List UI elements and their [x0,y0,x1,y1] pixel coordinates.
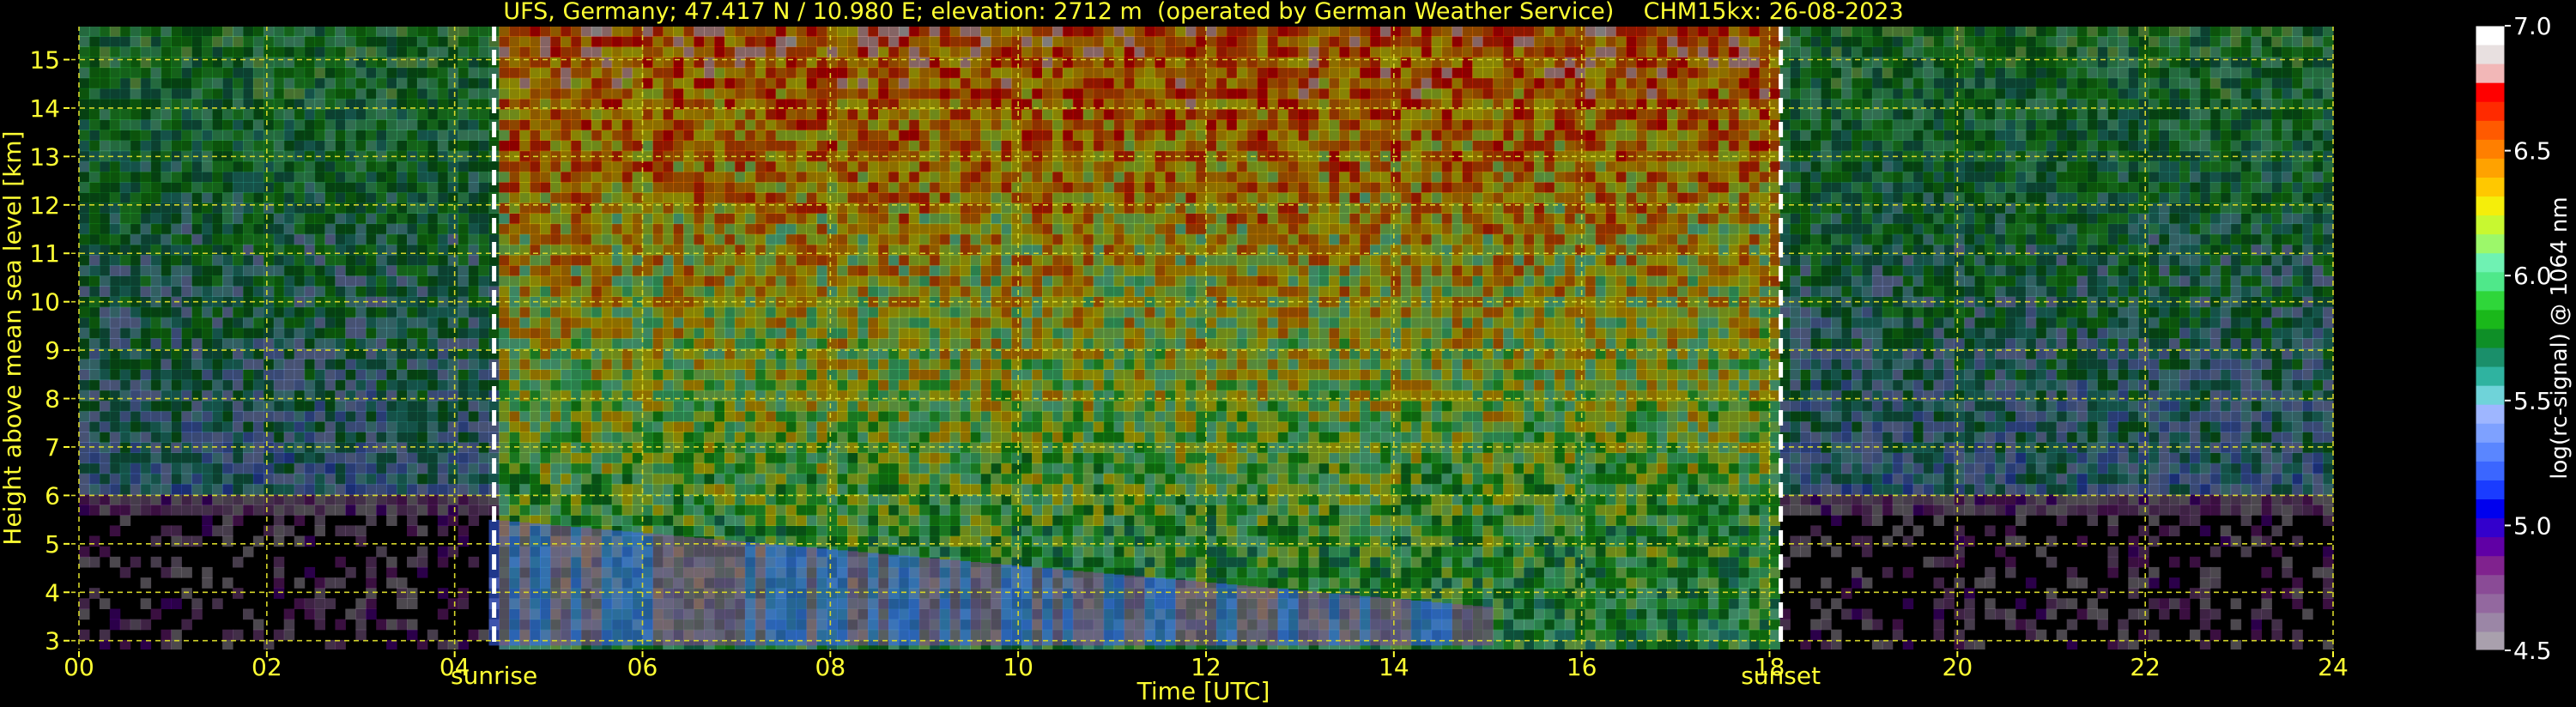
y-tick-label: 3 [45,627,60,656]
colorbar-swatch [2476,252,2505,273]
ceilometer-chart: UFS, Germany; 47.417 N / 10.980 E; eleva… [0,0,2573,705]
sun-marker-label: sunset [1741,662,1821,690]
colorbar-tick-label: 5.0 [2513,511,2552,540]
colorbar-swatch [2476,101,2505,121]
colorbar-ticks: 4.5 5.0 5.5 6.0 6.5 7.0 [2505,12,2552,665]
colorbar-tick-label: 4.5 [2513,637,2552,665]
colorbar-swatch [2476,517,2505,538]
colorbar-swatch [2476,461,2505,480]
colorbar-swatch [2476,271,2505,292]
colorbar-swatch [2476,233,2505,254]
colorbar-swatch [2476,480,2505,500]
colorbar-swatch [2476,442,2505,462]
x-tick-label: 20 [1943,653,1973,681]
colorbar-swatch [2476,612,2505,632]
x-tick-label: 22 [2130,653,2161,681]
colorbar [2475,25,2506,651]
y-tick-label: 6 [45,481,60,510]
y-tick-label: 10 [29,288,60,317]
colorbar-swatch [2476,120,2505,140]
colorbar-swatch [2476,347,2505,367]
colorbar-swatch [2476,404,2505,424]
x-axis-label: Time [UTC] [1136,677,1270,705]
colorbar-swatch [2476,215,2505,235]
y-tick-label: 13 [29,142,60,171]
y-tick-label: 12 [29,191,60,220]
colorbar-swatch [2476,290,2505,311]
plot-area [70,26,2337,650]
colorbar-swatch [2476,158,2505,178]
chart-title: UFS, Germany; 47.417 N / 10.980 E; eleva… [503,0,1903,25]
x-tick-label: 02 [252,653,282,681]
y-tick-label: 14 [29,94,60,123]
y-tick-label: 9 [45,336,60,365]
x-tick-label: 14 [1379,653,1409,681]
y-tick-label: 5 [45,530,60,559]
colorbar-swatch [2476,139,2505,159]
colorbar-tick-label: 6.0 [2513,262,2552,290]
y-tick-label: 4 [45,578,60,607]
colorbar-swatch [2476,536,2505,557]
y-tick-label: 8 [45,385,60,414]
colorbar-swatch [2476,328,2505,348]
x-tick-label: 10 [1003,653,1033,681]
colorbar-swatch [2476,423,2505,443]
colorbar-swatch [2476,499,2505,519]
colorbar-swatch [2476,196,2505,216]
colorbar-swatch [2476,45,2505,64]
x-tick-label: 08 [815,653,846,681]
x-tick-label: 16 [1567,653,1597,681]
colorbar-swatch [2476,177,2505,197]
sun-marker-label: sunrise [451,662,537,690]
y-tick-label: 7 [45,433,60,462]
colorbar-swatch [2476,26,2505,45]
y-tick-label: 11 [29,239,60,268]
x-tick-label: 00 [64,653,94,681]
colorbar-swatch [2476,555,2505,576]
colorbar-swatch [2476,631,2505,651]
y-axis-label: Height above mean sea level [km] [0,130,27,545]
colorbar-swatch [2476,593,2505,613]
colorbar-swatch [2476,385,2505,405]
colorbar-tick-label: 7.0 [2513,12,2552,40]
colorbar-swatch [2476,366,2505,386]
x-tick-label: 06 [627,653,658,681]
colorbar-tick-label: 5.5 [2513,387,2552,415]
x-tick-label: 24 [2318,653,2349,681]
y-axis: 3 4 5 6 7 8 9 10 11 12 13 14 15 [29,46,70,656]
colorbar-swatch [2476,82,2505,102]
colorbar-label: log(rc-signal) @ 1064 nm [2547,196,2573,479]
y-tick-label: 15 [29,46,60,75]
colorbar-swatch [2476,63,2505,83]
colorbar-tick-label: 6.5 [2513,137,2552,166]
colorbar-swatch [2476,574,2505,595]
colorbar-swatch [2476,309,2505,329]
